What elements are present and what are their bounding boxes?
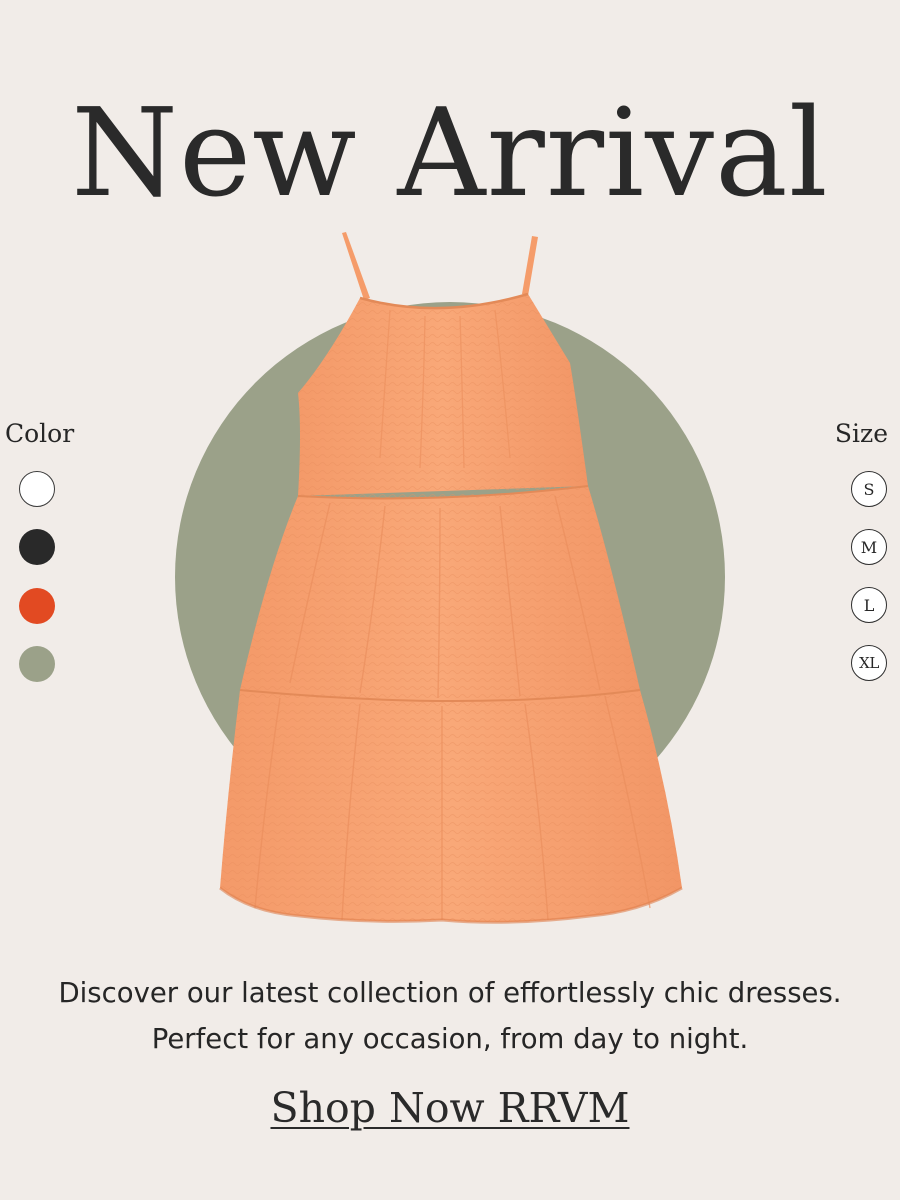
- color-swatch-orange[interactable]: [19, 588, 55, 624]
- size-option-xl[interactable]: XL: [851, 645, 887, 681]
- dress-icon: [219, 232, 683, 924]
- color-swatch-black[interactable]: [19, 529, 55, 565]
- size-option-m[interactable]: M: [851, 529, 887, 565]
- size-option-l[interactable]: L: [851, 587, 887, 623]
- color-label: Color: [5, 419, 75, 448]
- product-description: Discover our latest collection of effort…: [58, 977, 842, 1055]
- shop-now-link[interactable]: Shop Now RRVM: [0, 1080, 900, 1136]
- color-swatch-white[interactable]: [19, 471, 55, 507]
- color-swatch-sage[interactable]: [19, 646, 55, 682]
- size-label: Size: [834, 419, 888, 448]
- size-option-s[interactable]: S: [851, 471, 887, 507]
- page-title: New Arrival: [71, 82, 829, 224]
